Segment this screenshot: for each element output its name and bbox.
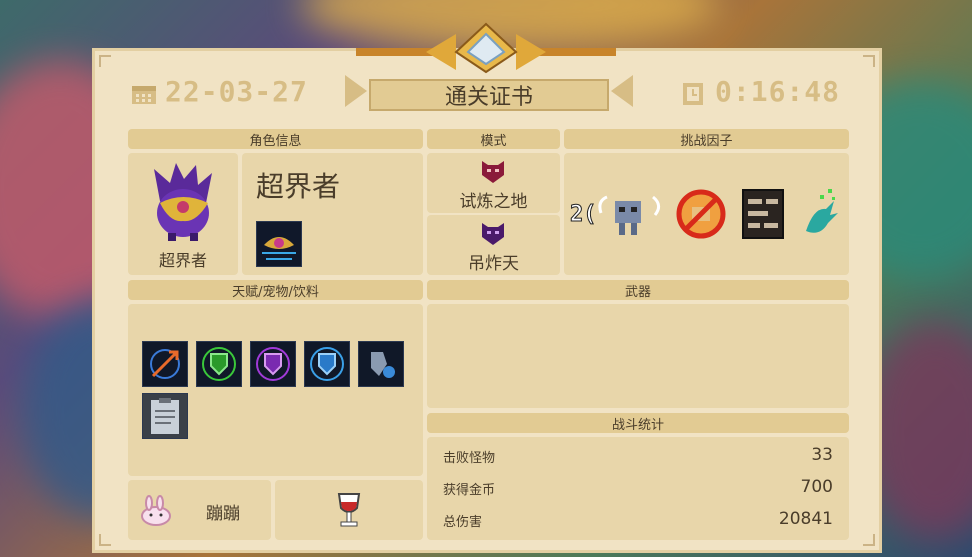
pet-name: 蹦蹦 — [206, 504, 240, 524]
stat-label: 总伤害 — [443, 515, 483, 530]
top-gem-ornament — [356, 22, 616, 74]
challenge-count: 2( — [570, 201, 597, 227]
calendar-icon — [131, 83, 157, 105]
character-name: 超界者 — [256, 170, 341, 203]
bookshelf-icon — [742, 189, 784, 243]
green-shield-icon[interactable] — [196, 341, 242, 387]
mode-label: 试炼之地 — [459, 192, 528, 212]
red-wine-glass-icon — [335, 490, 363, 534]
corner-ornament — [99, 55, 111, 67]
stat-row: 获得金币 700 — [427, 473, 849, 503]
arrow-burst-icon[interactable] — [142, 341, 188, 387]
completion-time: 0:16:48 — [715, 75, 841, 108]
stat-label: 获得金币 — [443, 483, 496, 498]
drink-panel — [275, 480, 423, 540]
challenge-panel: 2( — [564, 153, 849, 275]
clock-icon — [681, 81, 705, 107]
purple-flame-creature-icon — [146, 161, 220, 247]
section-talents: 天赋/宠物/饮料 — [128, 280, 423, 300]
character-detail-panel: 超界者 — [242, 153, 423, 275]
purple-demon-mask-icon — [478, 217, 508, 251]
character-portrait-panel: 超界者 — [128, 153, 238, 275]
title-ribbon-right — [611, 75, 633, 107]
section-role-info: 角色信息 — [128, 129, 423, 149]
title-ribbon-left — [345, 75, 367, 107]
character-caption: 超界者 — [158, 251, 207, 270]
robot-enemy-icon: 2( — [570, 191, 663, 237]
completion-date: 22-03-27 — [165, 75, 308, 108]
stat-value: 33 — [811, 445, 833, 465]
talents-panel — [128, 304, 423, 476]
clipboard-icon[interactable] — [142, 393, 188, 439]
corner-ornament — [863, 534, 875, 546]
green-claw-icon — [800, 187, 840, 243]
certificate-card: 22-03-27 通关证书 0:16:48 角色信息 模式 挑战因子 超界者 超… — [92, 48, 882, 553]
section-mode: 模式 — [427, 129, 560, 149]
title-banner: 通关证书 — [369, 79, 609, 111]
no-fist-icon — [676, 189, 726, 243]
section-weapons: 武器 — [427, 280, 849, 300]
section-battle-stats: 战斗统计 — [427, 413, 849, 433]
golden-eye-relic-icon — [256, 221, 302, 267]
stat-row: 击败怪物 33 — [427, 441, 849, 471]
purple-shield-icon[interactable] — [250, 341, 296, 387]
blue-shield-icon[interactable] — [304, 341, 350, 387]
weapons-panel — [427, 304, 849, 408]
corner-ornament — [99, 534, 111, 546]
mode-panel-trial: 试炼之地 — [427, 153, 560, 213]
stat-label: 击败怪物 — [443, 451, 496, 466]
mode-panel-difficulty: 吊炸天 — [427, 215, 560, 275]
stat-row: 总伤害 20841 — [427, 505, 849, 535]
mode-label: 吊炸天 — [468, 254, 519, 274]
certificate-title: 通关证书 — [444, 85, 533, 110]
pink-bunny-icon — [138, 494, 174, 530]
armor-piece-icon[interactable] — [358, 341, 404, 387]
pet-panel: 蹦蹦 — [128, 480, 271, 540]
red-demon-mask-icon — [478, 155, 508, 189]
battle-stats-panel: 击败怪物 33 获得金币 700 总伤害 20841 — [427, 437, 849, 540]
corner-ornament — [863, 55, 875, 67]
section-challenge: 挑战因子 — [564, 129, 849, 149]
stat-value: 700 — [800, 477, 833, 497]
stat-value: 20841 — [778, 509, 833, 529]
